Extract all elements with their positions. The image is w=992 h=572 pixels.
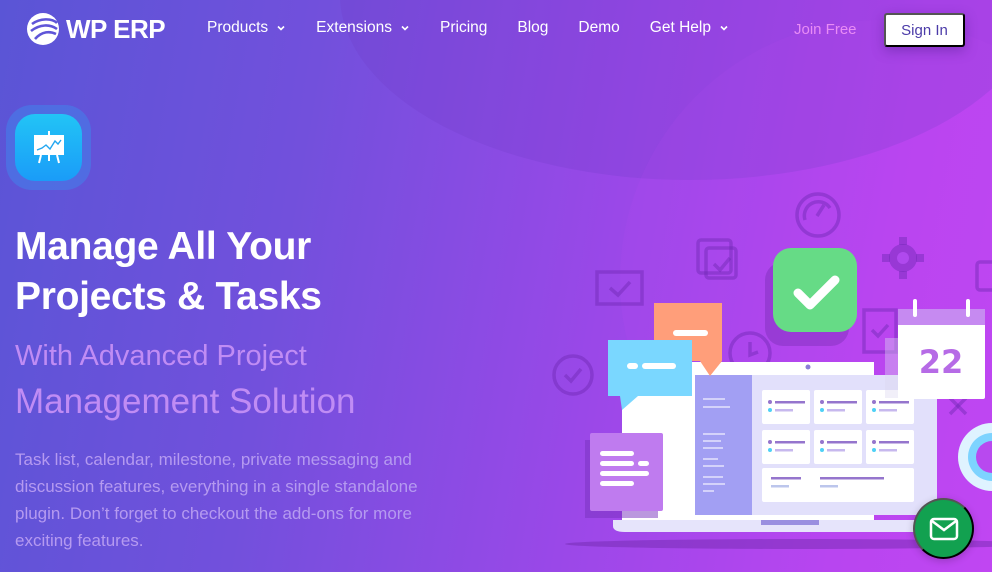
hero-headline: Manage All Your Projects & Tasks [15, 222, 322, 322]
nav-item-label: Extensions [316, 19, 392, 36]
speedometer-icon [795, 192, 841, 238]
app-icon-halo [6, 105, 91, 190]
nav-item-label: Demo [578, 19, 620, 36]
check-circle-icon [552, 354, 594, 396]
hero-subheading-line1: With Advanced Project [15, 340, 307, 372]
nav-item-pricing[interactable]: Pricing [440, 19, 487, 37]
nav-item-label: Pricing [440, 19, 488, 36]
close-icon [948, 396, 968, 416]
nav-item-extensions[interactable]: Extensions [316, 19, 410, 37]
brand-logo[interactable]: WP ERP [26, 12, 166, 46]
nav-item-label: Blog [517, 19, 549, 36]
nav-item-get-help[interactable]: Get Help [650, 19, 729, 37]
calendar-check-icon [595, 270, 644, 306]
nav-item-label: Get Help [649, 19, 711, 36]
task-card [866, 430, 914, 464]
task-card [814, 430, 862, 464]
globe-logo-icon [27, 13, 59, 45]
mail-icon [929, 517, 958, 540]
nav-item-label: Products [207, 19, 269, 36]
task-card [814, 390, 862, 424]
chevron-down-icon [277, 25, 285, 31]
calendar-day-number: 22 [919, 343, 964, 381]
presentation-chart-icon [33, 130, 64, 163]
top-navigation: WP ERP Products Extensions Pricing Blog … [0, 0, 992, 58]
sign-in-button[interactable]: Sign In [884, 13, 965, 47]
nav-menu: Products Extensions Pricing Blog Demo Ge… [207, 19, 759, 37]
app-icon [15, 114, 82, 181]
brand-name: WP ERP [66, 13, 166, 44]
chevron-down-icon [720, 25, 728, 31]
nav-item-demo[interactable]: Demo [578, 19, 619, 37]
contact-chat-button[interactable] [913, 498, 974, 559]
task-card [762, 390, 810, 424]
copy-check-icon [696, 238, 738, 280]
nav-item-products[interactable]: Products [207, 19, 286, 37]
nav-item-blog[interactable]: Blog [517, 19, 548, 37]
document-icon [585, 433, 663, 518]
chat-bubble-icon [975, 260, 992, 292]
hero-description: Task list, calendar, milestone, private … [15, 450, 418, 550]
hero-subheading-line2: Management Solution [15, 382, 356, 421]
chevron-down-icon [401, 25, 409, 31]
gear-icon [958, 423, 992, 491]
hero-headline-line1: Manage All Your [15, 225, 311, 268]
hero-headline-line2: Projects & Tasks [15, 275, 322, 318]
task-card [762, 430, 810, 464]
join-free-link[interactable]: Join Free [794, 21, 857, 38]
gear-icon [882, 237, 924, 279]
calendar-icon: 22 [885, 299, 985, 399]
checkmark-badge-icon [765, 248, 857, 346]
